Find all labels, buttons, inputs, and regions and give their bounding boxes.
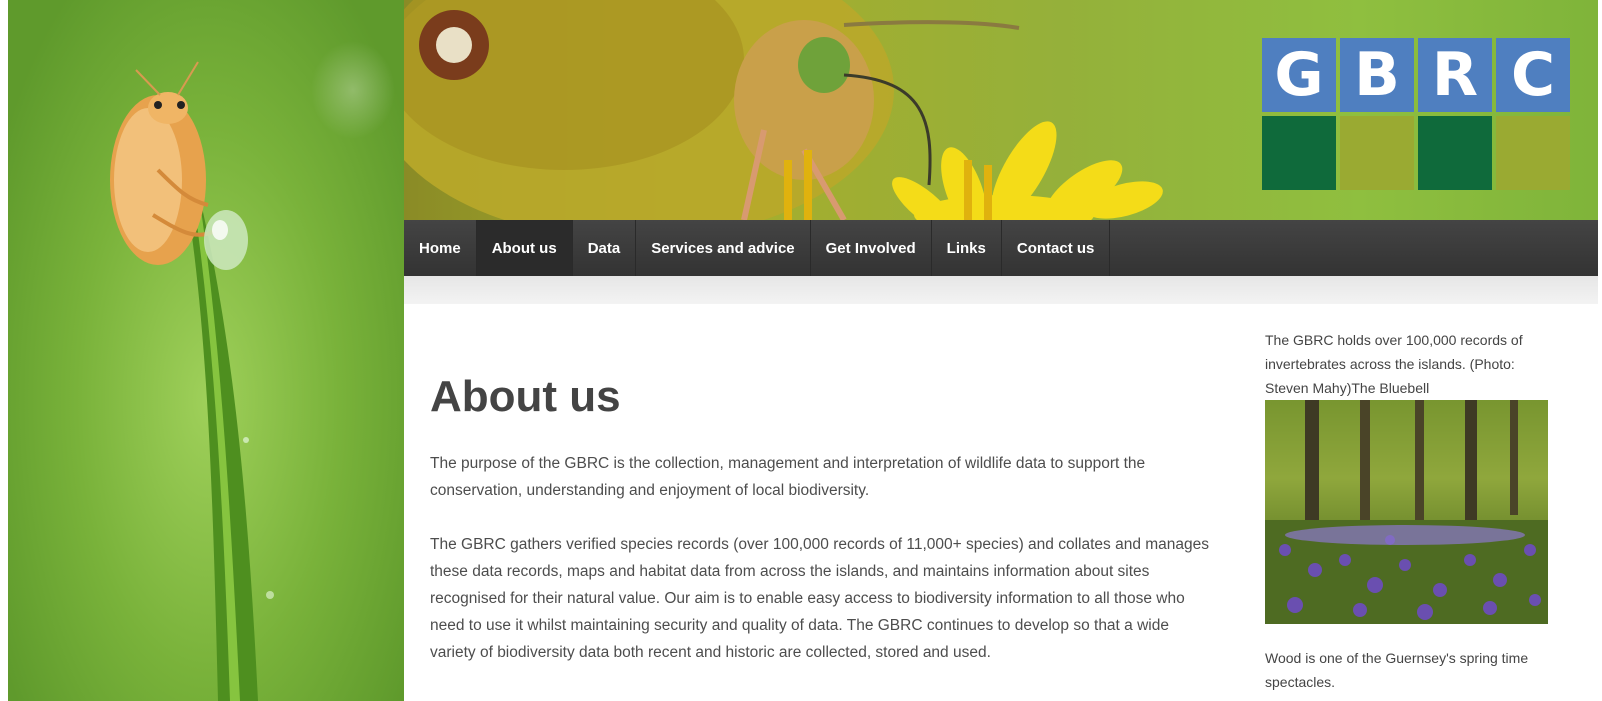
sidebar-caption-top: The GBRC holds over 100,000 records of i…: [1265, 332, 1523, 396]
logo-letter-b: B: [1340, 38, 1414, 112]
nav-data[interactable]: Data: [573, 220, 637, 276]
sidebar-caption-bottom: Wood is one of the Guernsey's spring tim…: [1265, 650, 1529, 690]
logo-letter-r: R: [1418, 38, 1492, 112]
logo-letter-c: C: [1496, 38, 1570, 112]
nav-get-involved[interactable]: Get Involved: [811, 220, 932, 276]
nav-home[interactable]: Home: [404, 220, 477, 276]
side-photo-beetle: [8, 0, 404, 701]
intro-paragraph: The purpose of the GBRC is the collectio…: [430, 455, 1146, 499]
logo-tile-dark: [1262, 116, 1336, 190]
nav-about-us[interactable]: About us: [476, 220, 573, 276]
nav-links[interactable]: Links: [932, 220, 1002, 276]
gbrc-logo[interactable]: G B R C: [1262, 38, 1570, 190]
logo-tile-olive: [1340, 116, 1414, 190]
nav-services-and-advice[interactable]: Services and advice: [636, 220, 811, 276]
nav-contact-us[interactable]: Contact us: [1002, 220, 1111, 276]
body-paragraph: The GBRC gathers verified species record…: [430, 536, 1210, 661]
bluebell-wood-photo: [1265, 400, 1548, 624]
logo-tile-olive: [1496, 116, 1570, 190]
nav-subbar: [404, 276, 1598, 304]
page-title: About us: [430, 372, 621, 421]
logo-letter-g: G: [1262, 38, 1336, 112]
main-nav: Home About us Data Services and advice G…: [404, 220, 1598, 276]
logo-tile-dark: [1418, 116, 1492, 190]
